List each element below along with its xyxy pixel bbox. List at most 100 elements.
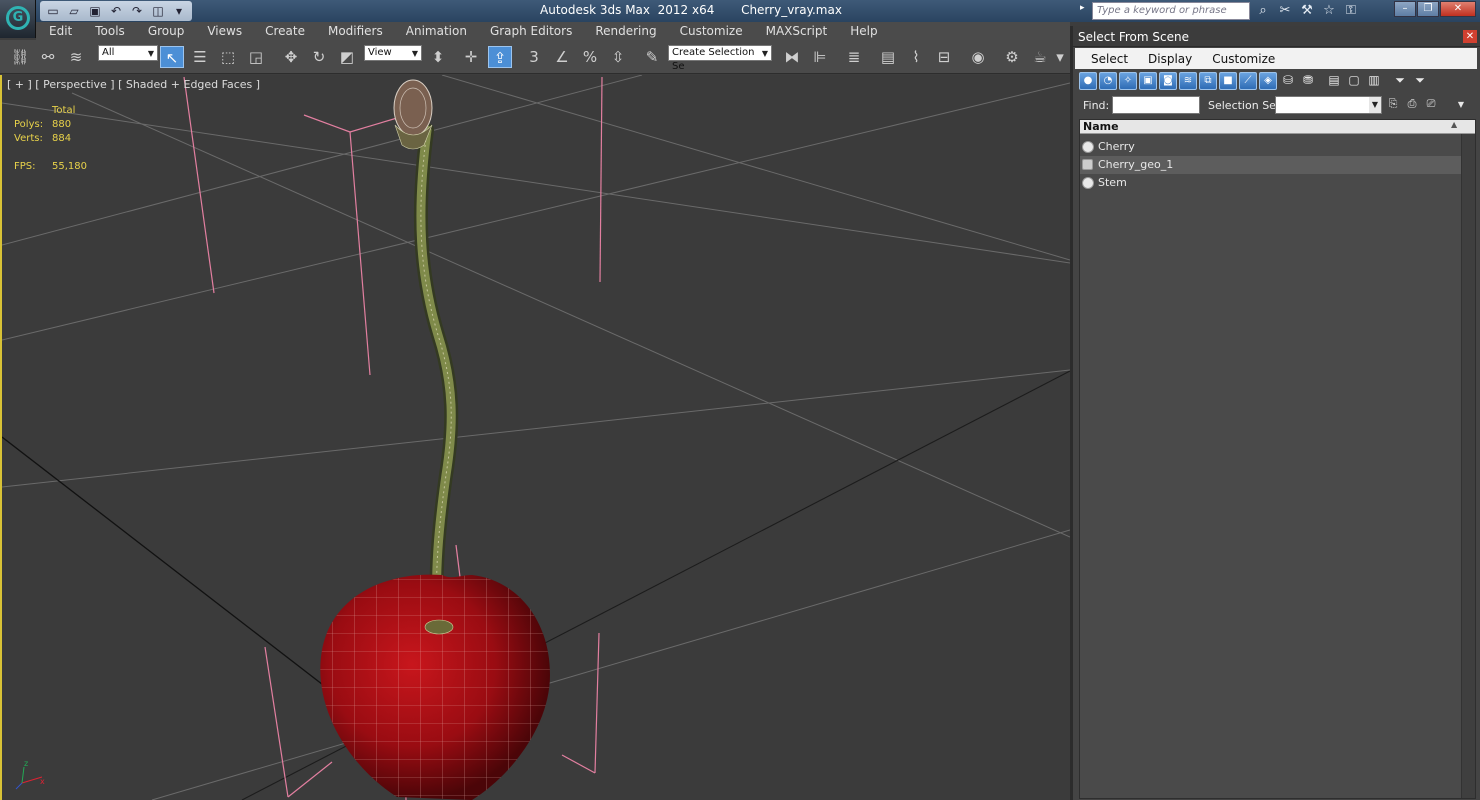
menu-edit[interactable]: Edit	[49, 24, 72, 38]
unlink-icon[interactable]: ⚯	[36, 46, 60, 68]
minimize-button[interactable]: –	[1394, 1, 1416, 17]
display-helpers-icon[interactable]: ◙	[1159, 72, 1177, 90]
mirror-icon[interactable]: ⧓	[780, 46, 804, 68]
app-logo[interactable]: G	[0, 0, 36, 38]
menu-views[interactable]: Views	[207, 24, 242, 38]
menu-group[interactable]: Group	[148, 24, 185, 38]
display-space-warps-icon[interactable]: ≋	[1179, 72, 1197, 90]
manipulate-icon[interactable]: ✛	[459, 46, 483, 68]
menu-customize[interactable]: Customize	[680, 24, 743, 38]
named-selection-set-select[interactable]: Create Selection Se ▼	[668, 45, 772, 72]
undo-icon[interactable]: ↶	[107, 2, 125, 20]
stem-mesh	[416, 125, 456, 628]
quick-access-toolbar: ▭ ▱ ▣ ↶ ↷ ◫ ▾	[40, 1, 192, 21]
list-item[interactable]: Stem	[1080, 174, 1461, 192]
key-icon[interactable]: ⚿	[1342, 2, 1360, 20]
display-shapes-icon[interactable]: ◔	[1099, 72, 1117, 90]
spinner-snap-icon[interactable]: ⇳	[606, 46, 630, 68]
list-item-selected[interactable]: Cherry_geo_1	[1080, 156, 1461, 174]
edit-named-selection-icon[interactable]: ✎	[640, 46, 664, 68]
render-frame-icon[interactable]: ☕	[1028, 46, 1052, 68]
display-hidden-icon[interactable]: ⛃	[1299, 72, 1317, 90]
graphite-ribbon-icon[interactable]: ▤	[876, 46, 900, 68]
menu-help[interactable]: Help	[850, 24, 877, 38]
menu-graph-editors[interactable]: Graph Editors	[490, 24, 572, 38]
search-input[interactable]: Type a keyword or phrase	[1092, 2, 1250, 20]
display-xrefs-icon[interactable]: ■	[1219, 72, 1237, 90]
open-icon[interactable]: ▱	[65, 2, 83, 20]
schematic-view-icon[interactable]: ⊟	[932, 46, 956, 68]
angle-snap-icon[interactable]: ∠	[550, 46, 574, 68]
material-editor-icon[interactable]: ◉	[966, 46, 990, 68]
display-frozen-icon[interactable]: ⛁	[1279, 72, 1297, 90]
display-cameras-icon[interactable]: ▣	[1139, 72, 1157, 90]
select-all-icon[interactable]: ▤	[1325, 72, 1343, 90]
layer-manager-icon[interactable]: ≣	[842, 46, 866, 68]
menu-modifiers[interactable]: Modifiers	[328, 24, 383, 38]
bind-space-warp-icon[interactable]: ≋	[64, 46, 88, 68]
menu-maxscript[interactable]: MAXScript	[766, 24, 828, 38]
move-icon[interactable]: ✥	[279, 46, 303, 68]
edit-selection-set-icon[interactable]: ⎙	[1404, 97, 1420, 113]
render-setup-icon[interactable]: ⚙	[1000, 46, 1024, 68]
dialog-close-button[interactable]: ✕	[1463, 30, 1477, 43]
expand-arrow-icon[interactable]: ▸	[1080, 3, 1090, 19]
toolbar-overflow-icon[interactable]: ▾	[1052, 46, 1068, 68]
dialog-menu-select[interactable]: Select	[1091, 52, 1128, 66]
title-bar: ▭ ▱ ▣ ↶ ↷ ◫ ▾ Autodesk 3ds Max 2012 x64 …	[0, 0, 1480, 22]
save-icon[interactable]: ▣	[86, 2, 104, 20]
snaps-toggle-icon[interactable]: 3	[522, 46, 546, 68]
select-invert-icon[interactable]: ▥	[1365, 72, 1383, 90]
curve-editor-icon[interactable]: ⌇	[904, 46, 928, 68]
rectangular-selection-icon[interactable]: ⬚	[216, 46, 240, 68]
wrench-icon[interactable]: ⚒	[1298, 2, 1316, 20]
scale-icon[interactable]: ◩	[335, 46, 359, 68]
perspective-viewport[interactable]: x z [ + ] [ Perspective ] [ Shaded + Edg…	[0, 75, 1070, 800]
reference-coordinate-select[interactable]: View ▼	[364, 45, 422, 61]
window-icon[interactable]: ▾	[170, 2, 188, 20]
remove-selection-set-icon[interactable]: ⎚	[1423, 97, 1439, 113]
star-icon[interactable]: ☆	[1320, 2, 1338, 20]
close-button[interactable]: ✕	[1440, 1, 1476, 17]
stats-fps-value: 55,180	[52, 161, 87, 172]
menu-create[interactable]: Create	[265, 24, 305, 38]
select-none-icon[interactable]: ▢	[1345, 72, 1363, 90]
percent-snap-icon[interactable]: %	[578, 46, 602, 68]
find-input[interactable]	[1112, 96, 1200, 114]
menu-rendering[interactable]: Rendering	[595, 24, 656, 38]
filter-options-icon[interactable]: ⏷	[1411, 72, 1429, 90]
binoculars-icon[interactable]: ⌕	[1254, 2, 1272, 20]
tools-icon[interactable]: ✂	[1276, 2, 1294, 20]
list-scrollbar[interactable]	[1461, 134, 1475, 798]
display-geometry-icon[interactable]: ●	[1079, 72, 1097, 90]
pivot-center-icon[interactable]: ⬍	[426, 46, 450, 68]
viewport-label-menu[interactable]: [ + ] [ Perspective ] [ Shaded + Edged F…	[7, 78, 260, 91]
selection-filter-select[interactable]: All ▼	[98, 45, 158, 61]
align-icon[interactable]: ⊫	[808, 46, 832, 68]
select-object-icon[interactable]: ↖	[160, 46, 184, 68]
name-column-header[interactable]: Name ▲	[1080, 120, 1475, 134]
menu-tools[interactable]: Tools	[95, 24, 125, 38]
dialog-menu-customize[interactable]: Customize	[1212, 52, 1275, 66]
new-icon[interactable]: ▭	[44, 2, 62, 20]
keyboard-shortcut-icon[interactable]: ⇪	[488, 46, 512, 68]
dialog-menu-display[interactable]: Display	[1148, 52, 1192, 66]
display-groups-icon[interactable]: ⧉	[1199, 72, 1217, 90]
select-by-name-icon[interactable]: ☰	[188, 46, 212, 68]
rotate-icon[interactable]: ↻	[307, 46, 331, 68]
redo-icon[interactable]: ↷	[128, 2, 146, 20]
window-crossing-icon[interactable]: ◲	[244, 46, 268, 68]
menu-animation[interactable]: Animation	[406, 24, 467, 38]
link-icon[interactable]: ⛓	[8, 46, 32, 68]
filter-icon[interactable]: ⏷	[1391, 72, 1409, 90]
selection-set-select[interactable]: ▼	[1275, 96, 1382, 114]
display-bones-icon[interactable]: ⟋	[1239, 72, 1257, 90]
options-dropdown-icon[interactable]: ▼	[1453, 100, 1469, 116]
display-lights-icon[interactable]: ✧	[1119, 72, 1137, 90]
add-selection-set-icon[interactable]: ⎘	[1385, 97, 1401, 113]
project-icon[interactable]: ◫	[149, 2, 167, 20]
display-containers-icon[interactable]: ◈	[1259, 72, 1277, 90]
maximize-button[interactable]: ❐	[1417, 1, 1439, 17]
list-item[interactable]: Cherry	[1080, 138, 1461, 156]
geometry-sphere-icon	[1082, 177, 1094, 189]
